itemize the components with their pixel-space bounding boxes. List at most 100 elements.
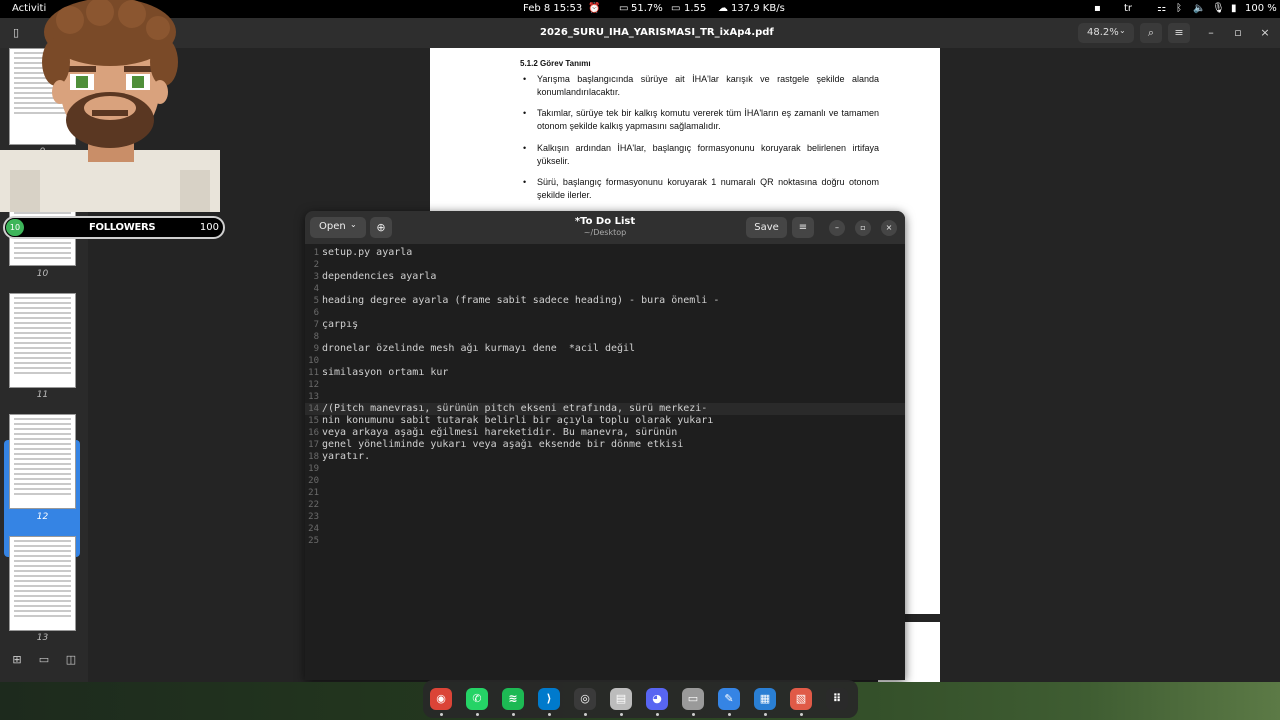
editor-line[interactable]: 25: [305, 535, 905, 547]
network-icon[interactable]: ⚏: [1157, 3, 1166, 14]
editor-line[interactable]: 9 dronelar özelinde mesh ağı kurmayı dene…: [305, 343, 905, 355]
line-number: 20: [308, 476, 319, 486]
menu-icon[interactable]: ≡: [1168, 23, 1190, 43]
line-text: dronelar özelinde mesh ağı kurmayı dene …: [322, 343, 636, 354]
close-icon[interactable]: ×: [1254, 23, 1276, 43]
page-number: 13: [36, 633, 49, 643]
line-text: setup.py ayarla: [322, 247, 413, 258]
running-indicator: [584, 713, 587, 716]
editor-line[interactable]: 18 yaratır.: [305, 451, 905, 463]
line-text: yaratır.: [322, 451, 371, 462]
thumbnails-icon[interactable]: ⊞: [7, 650, 27, 670]
window-manager-icon[interactable]: ▤: [610, 688, 632, 710]
running-indicator: [692, 713, 695, 716]
save-button[interactable]: Save: [746, 217, 787, 238]
line-number: 5: [313, 296, 319, 306]
keyboard-layout[interactable]: tr: [1124, 3, 1132, 14]
running-indicator: [764, 713, 767, 716]
editor-line[interactable]: 17 genel yöneliminde yukarı veya aşağı ek…: [305, 439, 905, 451]
minimize-icon[interactable]: –: [829, 220, 845, 236]
editor-line[interactable]: 16 veya arkaya aşağı eğilmesi hareketidir…: [305, 427, 905, 439]
maximize-icon[interactable]: ▫: [855, 220, 871, 236]
line-text: /(Pitch manevrası, sürünün pitch ekseni …: [322, 403, 708, 414]
line-number: 19: [308, 464, 319, 474]
microphone-icon[interactable]: 🎙: [1212, 3, 1225, 14]
line-number: 13: [308, 392, 319, 402]
editor-line[interactable]: 13: [305, 391, 905, 403]
writer-icon[interactable]: ▦: [754, 688, 776, 710]
chrome-icon[interactable]: ◉: [430, 688, 452, 710]
editor-line[interactable]: 3 dependencies ayarla: [305, 271, 905, 283]
editor-text-area[interactable]: 1 setup.py ayarla 2 3 dependencies ayarla 4 5 h…: [305, 244, 905, 680]
text-editor-window: Open ⌄ ⊕ *To Do List ~/Desktop Save ≡ – …: [305, 211, 905, 680]
streamer-avatar: [0, 0, 220, 212]
editor-line[interactable]: 8: [305, 331, 905, 343]
editor-line[interactable]: 11 similasyon ortamı kur: [305, 367, 905, 379]
vscode-icon[interactable]: ⟩: [538, 688, 560, 710]
page-thumbnail[interactable]: [9, 536, 76, 631]
spotify-icon[interactable]: ≋: [502, 688, 524, 710]
editor-line[interactable]: 24: [305, 523, 905, 535]
volume-icon[interactable]: 🔈: [1193, 3, 1205, 14]
bullet-item: Kalkışın ardından İHA'lar, başlangıç for…: [523, 142, 879, 168]
editor-line[interactable]: 12: [305, 379, 905, 391]
text-editor-icon[interactable]: ✎: [718, 688, 740, 710]
obs-icon[interactable]: ◎: [574, 688, 596, 710]
editor-line[interactable]: 7 çarpış: [305, 319, 905, 331]
editor-line[interactable]: 22: [305, 499, 905, 511]
running-indicator: [548, 713, 551, 716]
app-grid-icon[interactable]: ⠿: [826, 688, 848, 710]
line-number: 1: [313, 248, 319, 258]
line-text: nin konumunu sabit tutarak belirli bir a…: [322, 415, 714, 426]
editor-line[interactable]: 6: [305, 307, 905, 319]
running-indicator: [656, 713, 659, 716]
line-number: 7: [313, 320, 319, 330]
battery-icon[interactable]: ▮: [1231, 3, 1237, 14]
editor-line[interactable]: 14/(Pitch manevrası, sürünün pitch eksen…: [305, 403, 905, 415]
editor-line[interactable]: 23: [305, 511, 905, 523]
page-number: 12: [36, 512, 49, 522]
whatsapp-icon[interactable]: ✆: [466, 688, 488, 710]
minimize-icon[interactable]: –: [1200, 23, 1222, 43]
section-title: 5.1.2 Görev Tanımı: [520, 59, 591, 68]
bluetooth-icon[interactable]: ᛒ: [1176, 3, 1182, 14]
annotations-icon[interactable]: ▭: [34, 650, 54, 670]
page-number: 11: [36, 390, 49, 400]
outline-icon[interactable]: ◫: [61, 650, 81, 670]
editor-line[interactable]: 20: [305, 475, 905, 487]
network-speed: 137.9 KB/s: [731, 3, 785, 14]
editor-line[interactable]: 2: [305, 259, 905, 271]
page-thumbnail-selected[interactable]: [9, 414, 76, 509]
zoom-level: 48.2%: [1087, 27, 1119, 38]
editor-line[interactable]: 19: [305, 463, 905, 475]
line-number: 12: [308, 380, 319, 390]
editor-line[interactable]: 5 heading degree ayarla (frame sabit sade…: [305, 295, 905, 307]
followers-count: 10: [6, 219, 24, 236]
menu-icon[interactable]: ≡: [792, 217, 814, 238]
editor-line[interactable]: 4: [305, 283, 905, 295]
page-thumbnail[interactable]: [9, 293, 76, 388]
bullet-item: Sürü, başlangıç formasyonunu koruyarak 1…: [523, 176, 879, 202]
clock[interactable]: Feb 8 15:53: [523, 3, 582, 14]
editor-line[interactable]: 10: [305, 355, 905, 367]
followers-goal: 100: [199, 222, 219, 233]
running-indicator: [512, 713, 515, 716]
document-viewer-icon[interactable]: ▧: [790, 688, 812, 710]
search-icon[interactable]: ⌕: [1140, 23, 1162, 43]
maximize-icon[interactable]: ▫: [1227, 23, 1249, 43]
discord-icon[interactable]: ◕: [646, 688, 668, 710]
cloud-upload-icon: ☁: [718, 3, 728, 14]
editor-line[interactable]: 21: [305, 487, 905, 499]
editor-line[interactable]: 15 nin konumunu sabit tutarak belirli bir…: [305, 415, 905, 427]
files-icon[interactable]: ▭: [682, 688, 704, 710]
followers-goal-bar: 10 FOLLOWERS 100: [3, 216, 225, 239]
line-number: 3: [313, 272, 319, 282]
zoom-selector[interactable]: 48.2% ⌄: [1078, 23, 1134, 43]
line-number: 23: [308, 512, 319, 522]
close-icon[interactable]: ×: [881, 220, 897, 236]
bullet-item: Yarışma başlangıcında sürüye ait İHA'lar…: [523, 73, 879, 99]
bluetooth-app-icon[interactable]: ▪: [1094, 3, 1101, 14]
editor-line[interactable]: 1 setup.py ayarla: [305, 247, 905, 259]
line-number: 16: [308, 428, 319, 438]
line-number: 14: [308, 404, 319, 414]
